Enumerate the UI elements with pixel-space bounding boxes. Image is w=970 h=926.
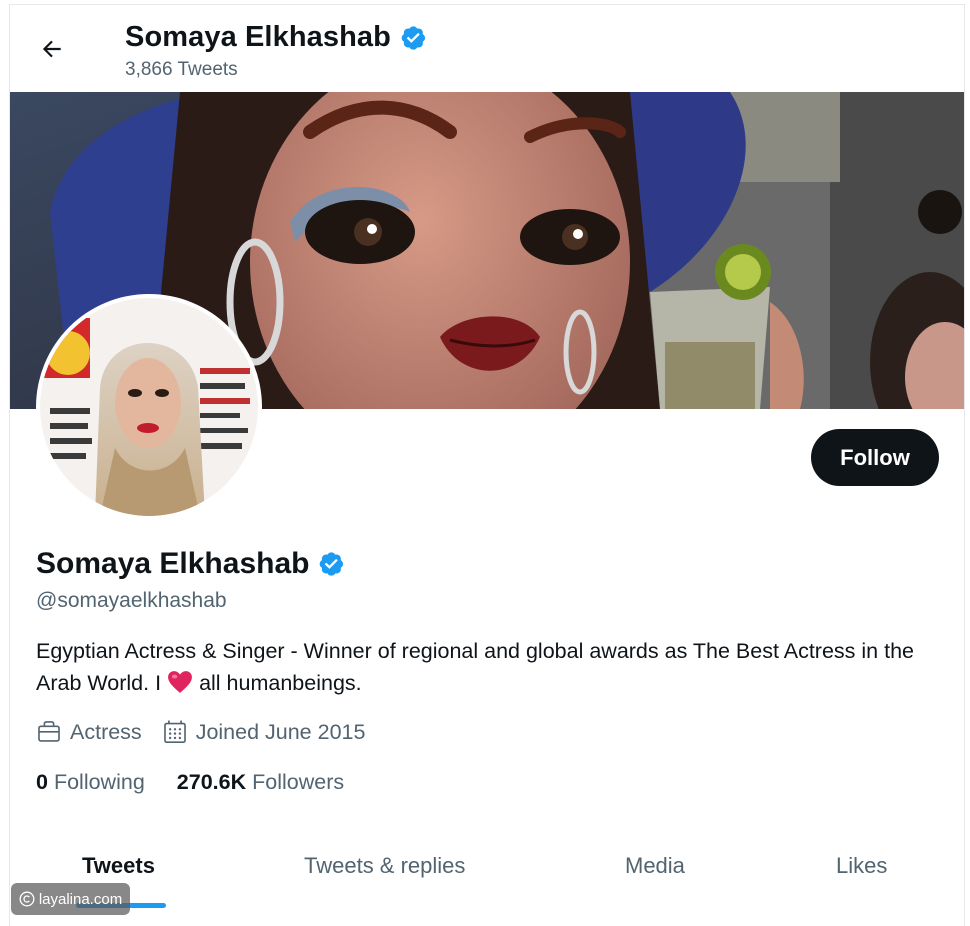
- profile-meta: Actress Joined June 2015: [36, 719, 385, 745]
- joined-item: Joined June 2015: [162, 719, 366, 745]
- arrow-left-icon: [42, 40, 61, 58]
- following-label: Following: [53, 770, 145, 794]
- profile-name-text: Somaya Elkhashab: [36, 547, 310, 580]
- followers-label: Followers: [252, 770, 345, 794]
- occupation-text: Actress: [70, 719, 142, 744]
- briefcase-icon: [38, 721, 60, 742]
- header-name-text: Somaya Elkhashab: [125, 21, 391, 53]
- tab-media[interactable]: Media: [625, 853, 685, 879]
- profile-header: Somaya Elkhashab 3,866 Tweets: [10, 5, 964, 92]
- watermark-text: layalina.com: [38, 890, 123, 908]
- calendar-icon: [163, 720, 186, 743]
- following-count: 0: [36, 770, 48, 794]
- tab-likes[interactable]: Likes: [836, 853, 887, 879]
- heart-emoji-icon: [167, 670, 193, 703]
- followers-link[interactable]: 270.6K Followers: [177, 770, 344, 795]
- bio-text-2: all humanbeings.: [199, 671, 362, 695]
- watermark: layalina.com: [11, 883, 130, 915]
- verified-badge-icon[interactable]: [317, 550, 345, 578]
- verified-badge-icon: [401, 25, 425, 50]
- followers-count: 270.6K: [176, 770, 247, 794]
- occupation-item: Actress: [36, 719, 142, 745]
- profile-bio: Egyptian Actress & Singer - Winner of re…: [36, 635, 916, 703]
- follow-button[interactable]: Follow: [811, 429, 939, 486]
- profile-handle: @somayaelkhashab: [36, 589, 227, 612]
- avatar-image: [40, 298, 258, 516]
- profile-avatar[interactable]: [36, 294, 262, 520]
- copyright-icon: [19, 891, 35, 907]
- profile-display-name: Somaya Elkhashab: [36, 547, 345, 581]
- tab-tweets-replies[interactable]: Tweets & replies: [304, 853, 465, 879]
- back-button[interactable]: [32, 29, 72, 69]
- follow-stats: 0 Following 270.6K Followers: [36, 770, 376, 795]
- profile-page: Somaya Elkhashab 3,866 Tweets Follow Som…: [9, 4, 965, 926]
- header-title: Somaya Elkhashab: [125, 21, 427, 54]
- tweet-count: 3,866 Tweets: [125, 59, 238, 80]
- joined-text: Joined June 2015: [195, 719, 366, 744]
- profile-tabs: Tweets Tweets & replies Media Likes: [10, 837, 964, 912]
- following-link[interactable]: 0 Following: [36, 770, 145, 795]
- tab-tweets[interactable]: Tweets: [82, 853, 155, 879]
